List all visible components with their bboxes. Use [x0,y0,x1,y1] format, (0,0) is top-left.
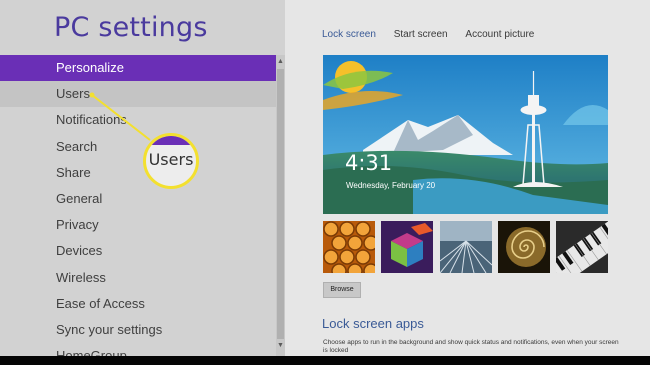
nav-item-share[interactable]: Share [0,160,276,186]
thumbnail-abstract-cubes[interactable] [381,221,433,273]
lock-screen-apps-heading: Lock screen apps [322,316,424,331]
tab-account-picture[interactable]: Account picture [465,29,534,40]
personalize-content-pane: Lock screen Start screen Account picture [285,0,650,356]
thumbnail-piano-keys[interactable] [556,221,608,273]
nav-item-sync-settings[interactable]: Sync your settings [0,317,276,343]
nav-item-notifications[interactable]: Notifications [0,107,276,133]
bottom-black-bar [0,356,650,365]
users-callout-magnifier: Users [143,133,199,189]
tab-start-screen[interactable]: Start screen [394,29,448,40]
thumbnail-honeycomb[interactable] [323,221,375,273]
railway-tracks-image [440,221,492,273]
nav-scrollbar[interactable]: ▲ ▼ [276,55,285,356]
personalize-tabs: Lock screen Start screen Account picture [322,29,549,40]
nav-item-search[interactable]: Search [0,134,276,160]
nav-item-devices[interactable]: Devices [0,238,276,264]
lock-screen-date: Wednesday, February 20 [346,181,436,190]
honeycomb-image [323,221,375,273]
nav-item-privacy[interactable]: Privacy [0,212,276,238]
nav-item-homegroup[interactable]: HomeGroup [0,343,276,356]
lock-screen-preview: 4:31 Wednesday, February 20 [323,55,608,214]
callout-selected-strip [146,136,196,145]
scroll-up-arrow-icon[interactable]: ▲ [276,57,285,67]
settings-nav-pane: PC settings Personalize Users Notificati… [0,0,285,356]
settings-nav-list: Personalize Users Notifications Search S… [0,55,276,356]
browse-button[interactable]: Browse [323,282,361,298]
nav-item-personalize[interactable]: Personalize [0,55,276,82]
lock-screen-thumbnails [323,221,608,273]
nav-item-ease-of-access[interactable]: Ease of Access [0,291,276,317]
scroll-thumb[interactable] [277,69,284,339]
thumbnail-railway-tracks[interactable] [440,221,492,273]
thumbnail-nautilus-shell[interactable] [498,221,550,273]
lock-screen-image [323,55,608,214]
lock-screen-time: 4:31 [345,151,393,175]
page-title: PC settings [54,12,208,43]
nav-item-general[interactable]: General [0,186,276,212]
callout-label: Users [148,150,194,169]
abstract-cubes-image [381,221,433,273]
scroll-down-arrow-icon[interactable]: ▼ [276,341,285,351]
lock-screen-apps-description: Choose apps to run in the background and… [323,339,619,354]
nautilus-shell-image [498,221,550,273]
piano-keys-image [556,221,608,273]
nav-item-wireless[interactable]: Wireless [0,265,276,291]
nav-item-users[interactable]: Users [0,81,276,108]
tab-lock-screen[interactable]: Lock screen [322,29,376,40]
